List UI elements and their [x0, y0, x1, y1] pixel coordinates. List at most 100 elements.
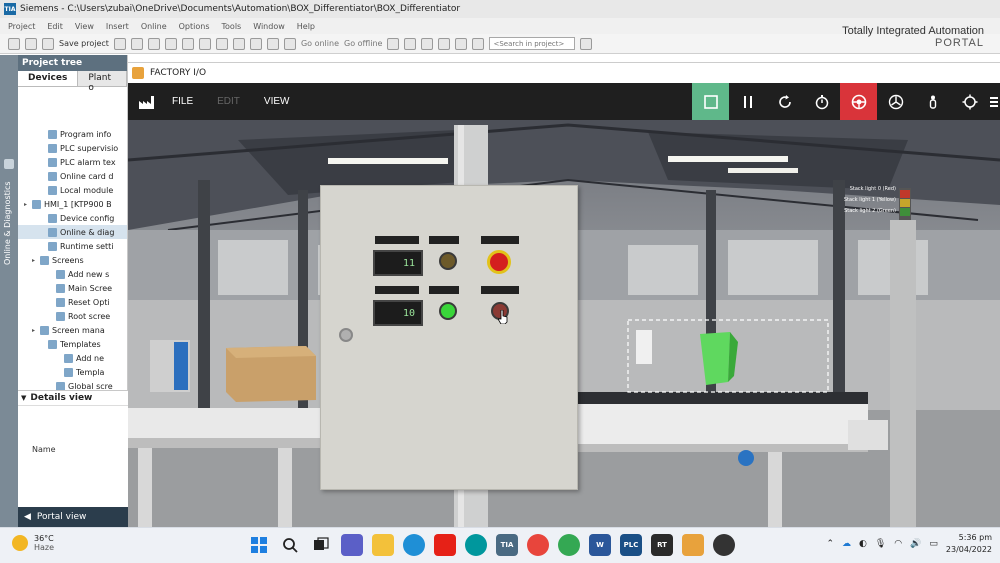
compile-icon[interactable] [232, 37, 245, 50]
tree-item[interactable]: Program info [18, 127, 127, 141]
cut-icon[interactable] [130, 37, 143, 50]
menu-file[interactable]: FILE [172, 96, 193, 107]
play-button[interactable] [692, 83, 729, 120]
arduino-app[interactable] [465, 534, 487, 556]
search-in-project-input[interactable] [489, 37, 576, 50]
print-icon[interactable] [113, 37, 126, 50]
tab-devices[interactable]: Devices [18, 71, 79, 86]
clock[interactable]: 5:36 pm 23/04/2022 [946, 532, 992, 556]
tree-item[interactable]: ▸ Screens [18, 253, 127, 267]
pause-button[interactable] [729, 83, 766, 120]
menu-view[interactable]: View [75, 22, 94, 31]
tree-item[interactable]: Reset Opti [18, 295, 127, 309]
go-offline-button[interactable]: Go offline [344, 39, 382, 48]
reset-button[interactable] [766, 83, 803, 120]
person-button[interactable] [914, 83, 951, 120]
edge-app[interactable] [403, 534, 425, 556]
plcsim-app[interactable]: PLC [620, 534, 642, 556]
tab-plant-objects[interactable]: Plant o [78, 71, 127, 93]
green-light-button[interactable] [439, 302, 457, 320]
weather-widget[interactable]: 36°C Haze [12, 534, 54, 552]
youtube-app[interactable] [434, 534, 456, 556]
start-cpu-icon[interactable] [404, 37, 417, 50]
new-project-icon[interactable] [8, 37, 20, 50]
tree-item[interactable]: Runtime setti [18, 239, 127, 253]
emergency-stop-button[interactable] [487, 250, 511, 274]
portal-view-button[interactable]: ◀ Portal view [18, 507, 128, 527]
wifi-icon[interactable]: ◠ [894, 539, 902, 549]
tree-item[interactable]: Device config [18, 211, 127, 225]
delete-icon[interactable] [181, 37, 194, 50]
onedrive-icon[interactable]: ☁ [842, 539, 851, 549]
save-project-icon[interactable] [42, 37, 54, 50]
tree-expand-icon[interactable]: ▸ [32, 327, 40, 334]
go-online-button[interactable]: Go online [301, 39, 339, 48]
menu-edit[interactable]: Edit [47, 22, 63, 31]
microphone-icon[interactable]: 🎙 [875, 539, 886, 549]
tree-item[interactable]: ▸ HMI_1 [KTP900 B [18, 197, 127, 211]
chrome-app-2[interactable] [558, 534, 580, 556]
online-diagnostics-strip[interactable]: Online & Diagnostics [0, 55, 18, 527]
task-view-button[interactable] [310, 534, 332, 556]
undo-icon[interactable] [198, 37, 211, 50]
menu-tools[interactable]: Tools [222, 22, 242, 31]
tree-expand-icon[interactable]: ▸ [24, 201, 32, 208]
wincc-rt-app[interactable]: RT [651, 534, 673, 556]
tree-item[interactable]: Templates [18, 337, 127, 351]
menu-window[interactable]: Window [253, 22, 285, 31]
battery-icon[interactable]: ▭ [929, 539, 938, 549]
menu-project[interactable]: Project [8, 22, 35, 31]
search-taskbar-button[interactable] [279, 534, 301, 556]
menu-edit-fio[interactable]: EDIT [217, 96, 240, 107]
tree-item[interactable]: Add ne [18, 351, 127, 365]
key-switch[interactable] [339, 328, 353, 342]
teams-app[interactable] [341, 534, 363, 556]
tree-item[interactable]: Root scree [18, 309, 127, 323]
speaker-icon[interactable]: 🔊 [910, 539, 921, 549]
split-vertical-icon[interactable] [472, 37, 485, 50]
chevron-up-icon[interactable]: ⌃ [826, 539, 834, 549]
tree-expand-icon[interactable]: ▸ [32, 257, 40, 264]
fan-button[interactable] [877, 83, 914, 120]
factory-scene[interactable]: 11 10 Stack light 0 (Red) Stack light 1 … [128, 120, 1000, 527]
save-project-button[interactable]: Save project [59, 39, 109, 48]
timer-button[interactable] [803, 83, 840, 120]
tree-item[interactable]: Online & diag [18, 225, 127, 239]
tree-item[interactable]: Local module [18, 183, 127, 197]
start-button[interactable] [248, 534, 270, 556]
obs-app[interactable] [713, 534, 735, 556]
word-app[interactable]: W [589, 534, 611, 556]
menu-help[interactable]: Help [297, 22, 315, 31]
split-horizontal-icon[interactable] [455, 37, 468, 50]
tree-item[interactable]: Main Scree [18, 281, 127, 295]
tree-item[interactable]: ▸ Screen mana [18, 323, 127, 337]
driver-button[interactable] [840, 83, 877, 120]
menu-insert[interactable]: Insert [106, 22, 129, 31]
tia-portal-app[interactable]: TIA [496, 534, 518, 556]
security-icon[interactable]: ◐ [859, 539, 867, 549]
menu-options[interactable]: Options [179, 22, 210, 31]
more-button[interactable] [988, 83, 1000, 120]
paste-icon[interactable] [164, 37, 177, 50]
tree-item[interactable]: Templa [18, 365, 127, 379]
tree-item[interactable]: PLC supervisio [18, 141, 127, 155]
stop-cpu-icon[interactable] [421, 37, 434, 50]
tree-item[interactable]: Online card d [18, 169, 127, 183]
upload-icon[interactable] [266, 37, 279, 50]
tree-item[interactable]: Add new s [18, 267, 127, 281]
tree-item[interactable]: PLC alarm tex [18, 155, 127, 169]
download-icon[interactable] [249, 37, 262, 50]
cross-reference-icon[interactable] [438, 37, 451, 50]
accessible-devices-icon[interactable] [387, 37, 400, 50]
menu-view-fio[interactable]: VIEW [264, 96, 290, 107]
chrome-app-1[interactable] [527, 534, 549, 556]
file-explorer-app[interactable] [372, 534, 394, 556]
copy-icon[interactable] [147, 37, 160, 50]
open-project-icon[interactable] [25, 37, 37, 50]
factory-io-app[interactable] [682, 534, 704, 556]
simulation-icon[interactable] [283, 37, 296, 50]
start-light-button[interactable] [439, 252, 457, 270]
search-icon[interactable] [580, 37, 593, 50]
menu-online[interactable]: Online [141, 22, 167, 31]
details-view-header[interactable]: ▼ Details view [18, 391, 128, 406]
